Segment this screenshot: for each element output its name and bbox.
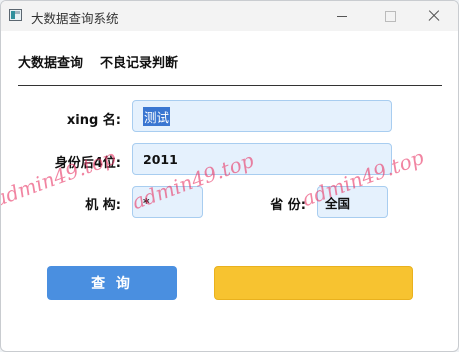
menu-item-bad-record[interactable]: 不良记录判断 <box>100 52 178 71</box>
org-label: 机 构: <box>85 198 121 213</box>
id-last4-value: 2011 <box>143 151 178 167</box>
minimize-button[interactable] <box>319 1 365 31</box>
province-label: 省 份: <box>270 198 306 213</box>
province-select[interactable]: 全国 <box>317 186 388 218</box>
id-last4-label: 身份后4位: <box>54 156 121 171</box>
name-input[interactable]: 测试 <box>132 100 392 132</box>
app-window: 大数据查询系统 大数据查询 不良记录判断 xing 名: 测试 身份后4位: 2… <box>0 0 459 352</box>
org-input[interactable]: * <box>132 186 203 218</box>
maximize-button[interactable] <box>367 1 413 31</box>
yellow-button[interactable] <box>214 266 413 300</box>
query-button[interactable]: 查 询 <box>47 266 177 300</box>
window-title: 大数据查询系统 <box>31 11 119 26</box>
menu-item-bigdata-query[interactable]: 大数据查询 <box>18 52 83 71</box>
close-button[interactable] <box>411 1 457 31</box>
name-label: xing 名: <box>66 113 121 128</box>
org-value: * <box>143 194 150 210</box>
title-bar: 大数据查询系统 <box>1 1 458 31</box>
menu-divider <box>18 85 442 86</box>
query-button-label: 查 询 <box>91 276 133 292</box>
name-input-value: 测试 <box>143 106 171 126</box>
id-last4-input[interactable]: 2011 <box>132 143 392 175</box>
province-value: 全国 <box>325 195 351 211</box>
app-icon <box>9 9 22 21</box>
